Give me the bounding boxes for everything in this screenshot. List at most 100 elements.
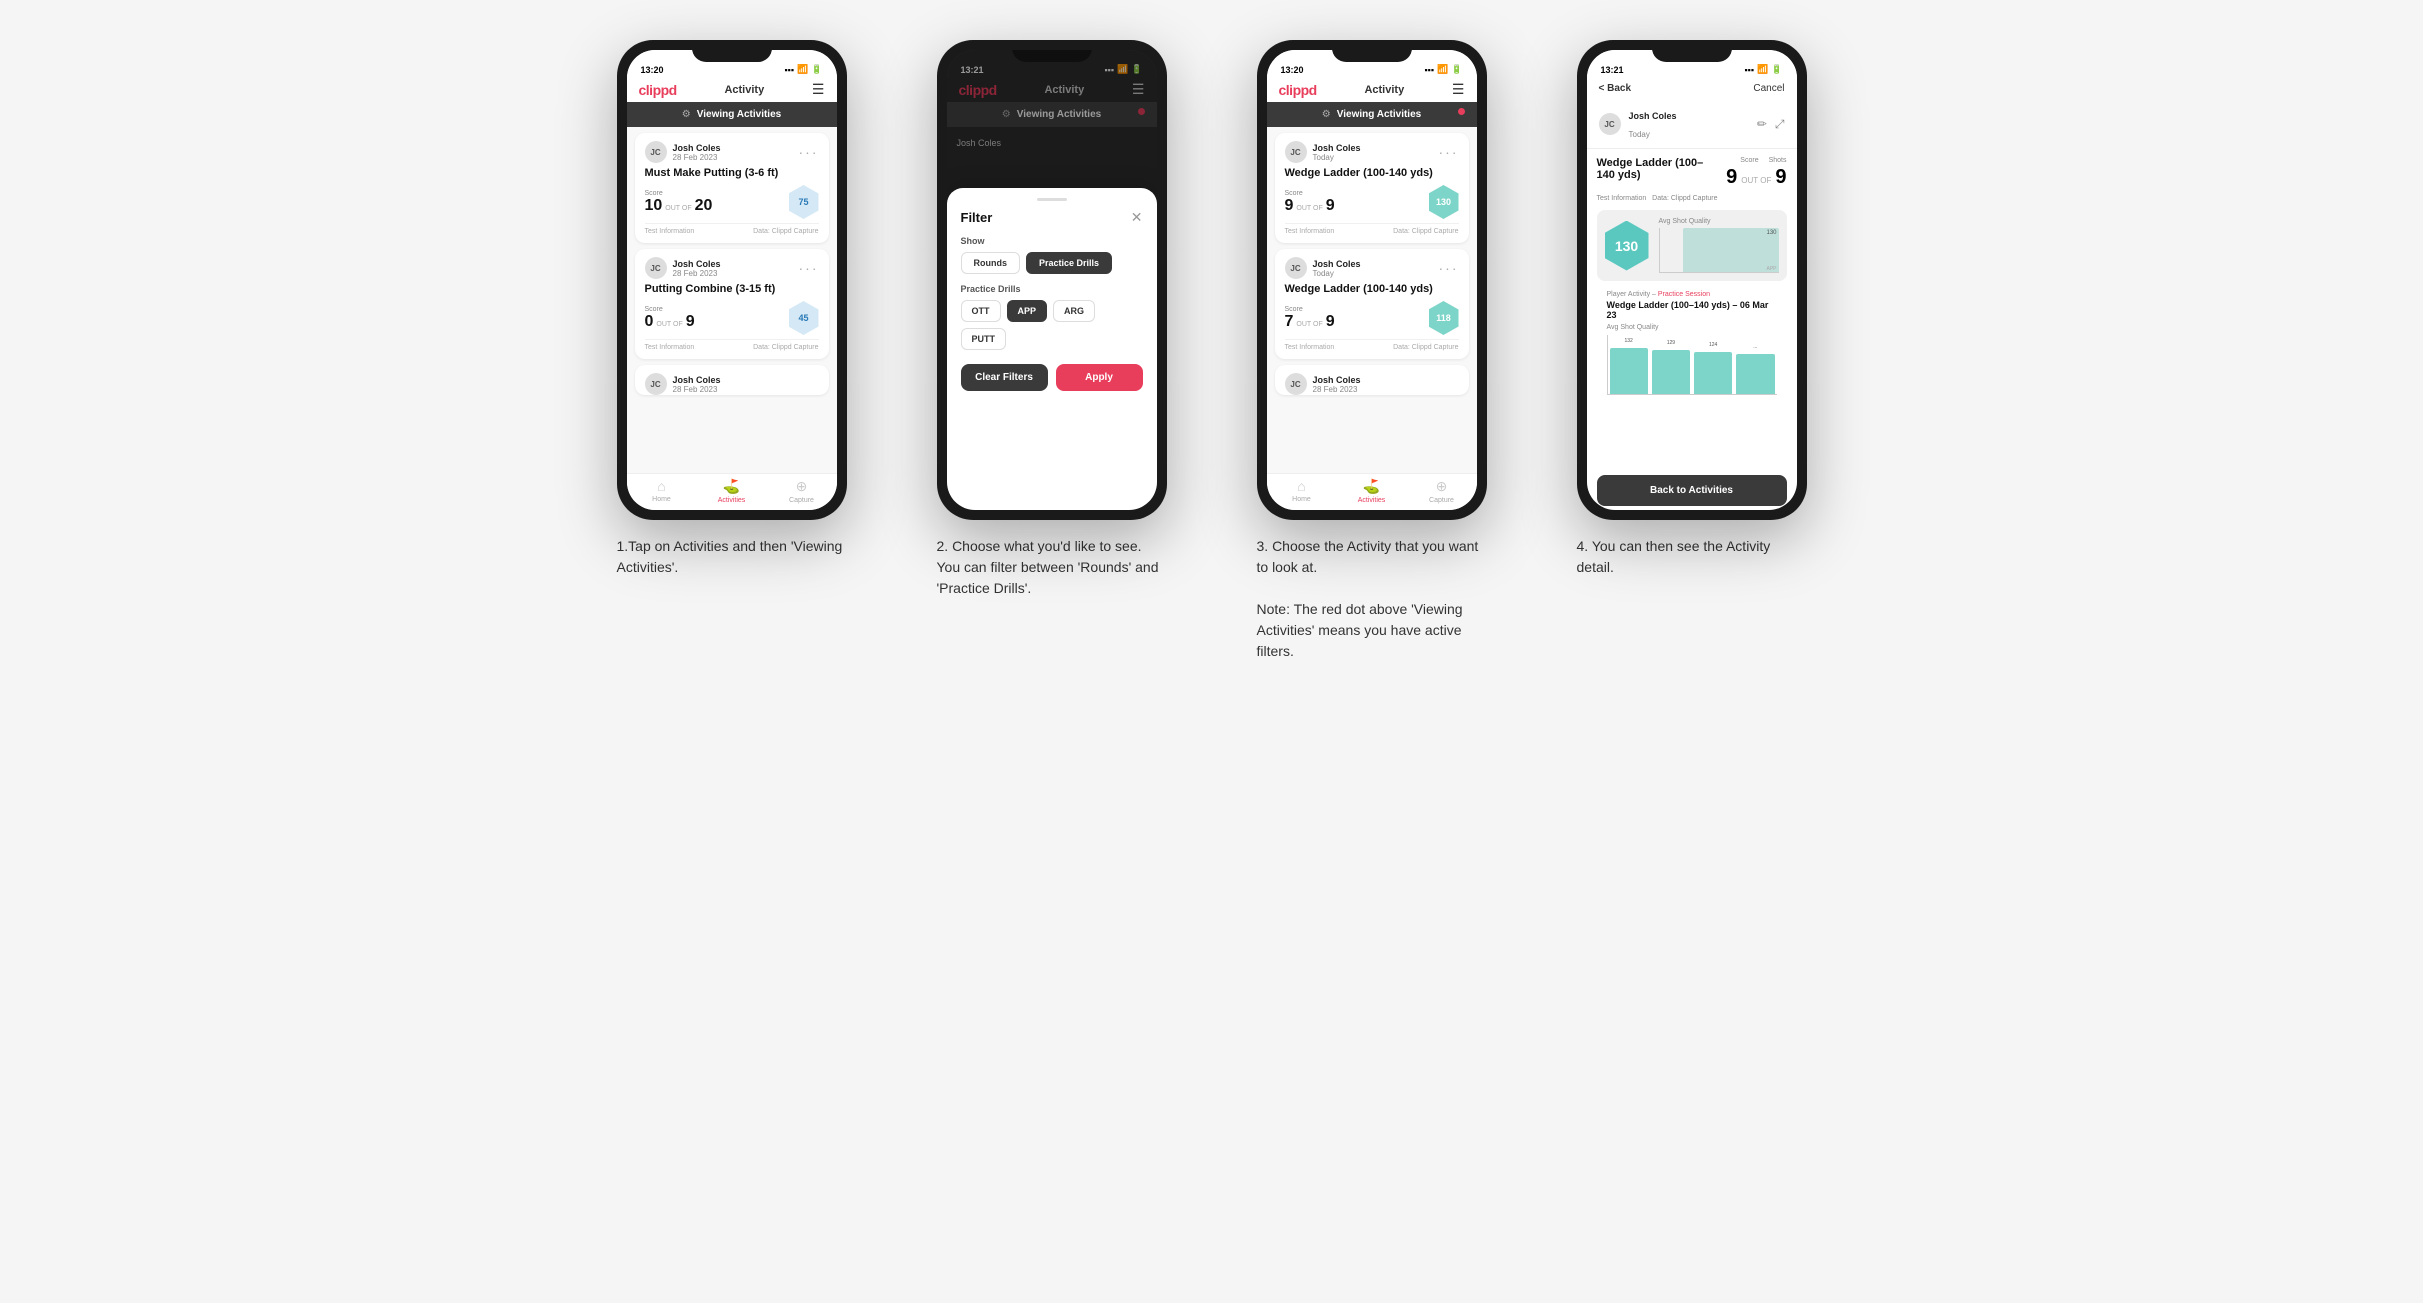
- avatar-1-3: JC: [645, 373, 667, 395]
- home-label-3: Home: [1292, 496, 1311, 503]
- filter-pill-rounds-2[interactable]: Rounds: [961, 252, 1021, 274]
- filter-title-2: Filter: [961, 210, 993, 225]
- signal-icon-4: ▪▪▪: [1744, 65, 1754, 75]
- user-name-3-2: Josh Coles: [1313, 259, 1361, 269]
- nav-item-activities-3[interactable]: ⛳ Activities: [1337, 478, 1407, 504]
- nav-item-home-3[interactable]: ⌂ Home: [1267, 478, 1337, 504]
- user-date-1-1: 28 Feb 2023: [673, 153, 721, 162]
- phone-section-4: 13:21 ▪▪▪ 📶 🔋 < Back Cancel JC: [1552, 40, 1832, 662]
- shots-value-1-1: 20: [695, 197, 713, 215]
- test-info-4: Test Information: [1597, 195, 1647, 202]
- stat-group-score-1-1: Score 10 OUT OF 20: [645, 190, 713, 215]
- score-value-1-1: 10: [645, 197, 663, 215]
- activity-card-1-1[interactable]: JC Josh Coles 28 Feb 2023 ··· Must Make …: [635, 133, 829, 243]
- mini-chart-4: 130 APP: [1659, 228, 1779, 273]
- battery-icon-4: 🔋: [1771, 64, 1782, 75]
- activities-icon-3: ⛳: [1363, 478, 1380, 495]
- capture-icon-1: ⊕: [796, 478, 808, 495]
- nav-item-activities-1[interactable]: ⛳ Activities: [697, 478, 767, 504]
- detail-user-name-4: Josh Coles: [1629, 111, 1677, 121]
- activity-card-1-2[interactable]: JC Josh Coles 28 Feb 2023 ··· Putting Co…: [635, 249, 829, 359]
- nav-title-1: Activity: [724, 84, 764, 96]
- filter-close-button-2[interactable]: ✕: [1131, 209, 1143, 226]
- stats-row-1-2: Score 0 OUT OF 9 45: [645, 301, 819, 335]
- more-dots-3-1[interactable]: ···: [1439, 144, 1459, 160]
- detail-user-info-4: JC Josh Coles Today: [1599, 106, 1677, 142]
- quality-hex-4: 130: [1605, 221, 1649, 271]
- viewing-activities-bar-3[interactable]: ⚙ Viewing Activities: [1267, 102, 1477, 127]
- battery-icon-1: 🔋: [811, 64, 822, 75]
- nav-item-capture-1[interactable]: ⊕ Capture: [767, 478, 837, 504]
- nav-item-home-1[interactable]: ⌂ Home: [627, 478, 697, 504]
- bar-label-3-4: 124: [1709, 342, 1717, 348]
- phone-frame-4: 13:21 ▪▪▪ 📶 🔋 < Back Cancel JC: [1577, 40, 1807, 520]
- wifi-icon-1: 📶: [797, 64, 808, 75]
- footer-left-1-1: Test Information: [645, 228, 695, 235]
- filter-drill-ott-2[interactable]: OTT: [961, 300, 1001, 322]
- phone-screen-4: 13:21 ▪▪▪ 📶 🔋 < Back Cancel JC: [1587, 50, 1797, 510]
- user-date-1-3: 28 Feb 2023: [673, 385, 721, 394]
- activity-card-1-3[interactable]: JC Josh Coles 28 Feb 2023: [635, 365, 829, 395]
- time-1: 13:20: [641, 65, 664, 75]
- shots-label-4: Shots: [1769, 157, 1787, 164]
- filter-icon-3: ⚙: [1322, 109, 1331, 120]
- back-to-activities-button-4[interactable]: Back to Activities: [1597, 475, 1787, 506]
- expand-icon-4[interactable]: ⤢: [1775, 117, 1785, 132]
- scroll-area-3: JC Josh Coles Today ··· Wedge Ladder (10…: [1267, 127, 1477, 473]
- score-big-4: 9: [1726, 166, 1737, 189]
- score-value-3-2: 7: [1285, 313, 1294, 331]
- cancel-button-4[interactable]: Cancel: [1753, 83, 1784, 94]
- logo-3: clippd: [1279, 82, 1317, 98]
- avatar-3-3: JC: [1285, 373, 1307, 395]
- filter-drill-arg-2[interactable]: ARG: [1053, 300, 1095, 322]
- edit-icon-4[interactable]: ✏: [1757, 117, 1767, 132]
- activity-card-3-2[interactable]: JC Josh Coles Today ··· Wedge Ladder (10…: [1275, 249, 1469, 359]
- footer-right-1-1: Data: Clippd Capture: [753, 228, 818, 235]
- user-info-3-2: Josh Coles Today: [1313, 259, 1361, 278]
- bars-container-4: 132 129 124 ...: [1607, 335, 1777, 395]
- score-inline-3-2: 7 OUT OF 9: [1285, 313, 1335, 331]
- time-3: 13:20: [1281, 65, 1304, 75]
- more-dots-1-2[interactable]: ···: [799, 260, 819, 276]
- card-user-3-1: JC Josh Coles Today: [1285, 141, 1361, 163]
- activity-card-3-1[interactable]: JC Josh Coles Today ··· Wedge Ladder (10…: [1275, 133, 1469, 243]
- capture-label-1: Capture: [789, 497, 814, 504]
- outof-1-1: OUT OF: [665, 205, 691, 212]
- viewing-activities-bar-1[interactable]: ⚙ Viewing Activities: [627, 102, 837, 127]
- hamburger-icon-3[interactable]: ☰: [1452, 81, 1465, 98]
- apply-button-2[interactable]: Apply: [1056, 364, 1143, 391]
- notch-3: [1332, 40, 1412, 62]
- nav-bar-1: clippd Activity ☰: [627, 77, 837, 102]
- card-user-1-3: JC Josh Coles 28 Feb 2023: [645, 373, 721, 395]
- nav-bar-3: clippd Activity ☰: [1267, 77, 1477, 102]
- more-dots-3-2[interactable]: ···: [1439, 260, 1459, 276]
- back-button-4[interactable]: < Back: [1599, 83, 1632, 94]
- outof-3-1: OUT OF: [1296, 205, 1322, 212]
- avatar-1-2: JC: [645, 257, 667, 279]
- more-dots-1-1[interactable]: ···: [799, 144, 819, 160]
- clear-filters-button-2[interactable]: Clear Filters: [961, 364, 1048, 391]
- phone-screen-3: 13:20 ▪▪▪ 📶 🔋 clippd Activity ☰ ⚙ Vi: [1267, 50, 1477, 510]
- filter-drill-putt-2[interactable]: PUTT: [961, 328, 1007, 350]
- filter-drill-app-2[interactable]: APP: [1007, 300, 1048, 322]
- page-container: 13:20 ▪▪▪ 📶 🔋 clippd Activity ☰ ⚙ Vi: [512, 40, 1912, 662]
- stats-row-1-1: Score 10 OUT OF 20 75: [645, 185, 819, 219]
- score-value-1-2: 0: [645, 313, 654, 331]
- card-header-1-1: JC Josh Coles 28 Feb 2023 ···: [645, 141, 819, 163]
- activity-card-3-3[interactable]: JC Josh Coles 28 Feb 2023: [1275, 365, 1469, 395]
- detail-title-row-4: Wedge Ladder (100–140 yds) Score Shots 9…: [1597, 157, 1787, 189]
- capture-label-3: Capture: [1429, 497, 1454, 504]
- card-user-3-3: JC Josh Coles 28 Feb 2023: [1285, 373, 1361, 395]
- filter-icon-1: ⚙: [682, 109, 691, 120]
- drill-name-4: Wedge Ladder (100–140 yds): [1597, 157, 1717, 181]
- avg-quality-2-4: Avg Shot Quality: [1597, 324, 1787, 335]
- hamburger-icon-1[interactable]: ☰: [812, 81, 825, 98]
- quality-badge-3-2: 118: [1429, 301, 1459, 335]
- footer-right-3-2: Data: Clippd Capture: [1393, 344, 1458, 351]
- footer-right-1-2: Data: Clippd Capture: [753, 344, 818, 351]
- score-label-1-2: Score: [645, 306, 695, 313]
- quality-chart-area-4: Avg Shot Quality 130 APP: [1659, 218, 1779, 273]
- nav-item-capture-3[interactable]: ⊕ Capture: [1407, 478, 1477, 504]
- wifi-icon-4: 📶: [1757, 64, 1768, 75]
- filter-pill-drills-2[interactable]: Practice Drills: [1026, 252, 1112, 274]
